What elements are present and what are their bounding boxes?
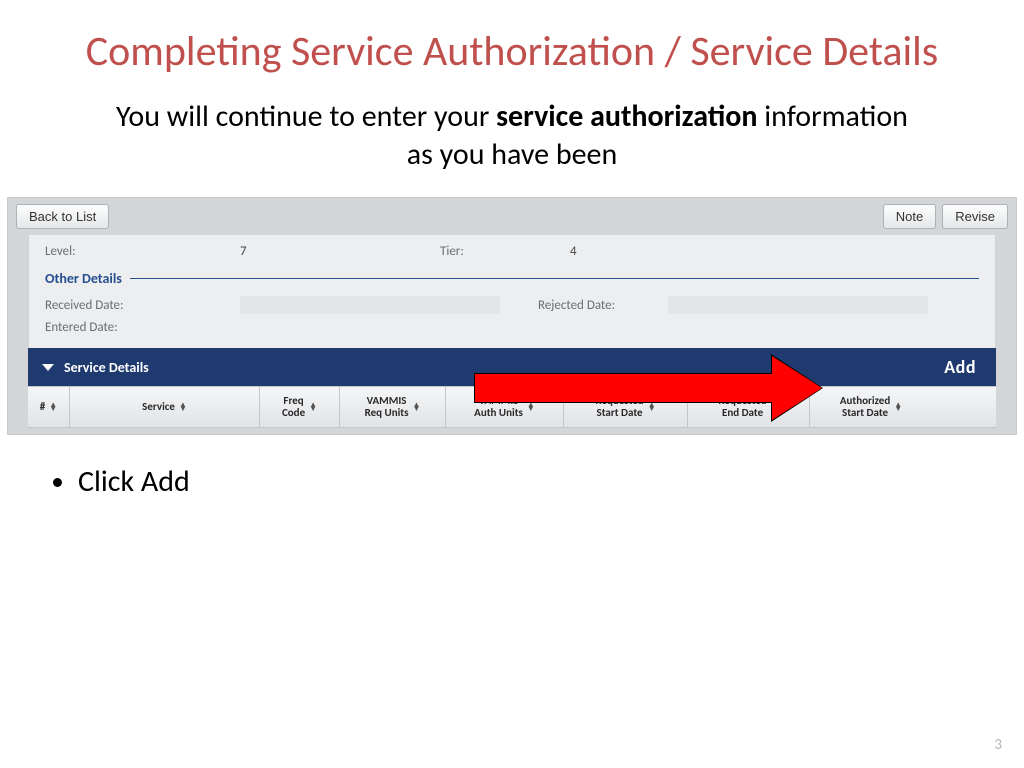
collapse-icon[interactable] (42, 364, 54, 371)
received-date-field[interactable] (240, 296, 500, 314)
note-button[interactable]: Note (883, 204, 936, 229)
slide-subtitle: You will continue to enter your service … (0, 86, 1024, 191)
back-to-list-button[interactable]: Back to List (16, 204, 109, 229)
subtitle-bold: service authorization (496, 98, 757, 135)
page-number: 3 (994, 736, 1002, 754)
tier-value: 4 (570, 244, 770, 259)
add-button[interactable]: Add (944, 356, 982, 378)
column-header[interactable]: VAMMIS Req Units▲▼ (340, 387, 446, 427)
app-screenshot: Back to List Note Revise Level: 7 Tier: … (7, 197, 1017, 435)
column-header[interactable]: #▲▼ (28, 387, 70, 427)
column-header[interactable]: Freq Code▲▼ (260, 387, 340, 427)
slide-title: Completing Service Authorization / Servi… (0, 0, 1024, 86)
received-date-label: Received Date: (45, 298, 240, 313)
instruction-list: Click Add (0, 435, 1024, 500)
entered-date-label: Entered Date: (45, 320, 240, 335)
sort-icon[interactable]: ▲▼ (309, 403, 317, 411)
callout-arrow (474, 351, 834, 421)
instruction-item: Click Add (78, 463, 1024, 500)
other-details-legend: Other Details (45, 270, 979, 287)
rejected-date-label: Rejected Date: (538, 298, 668, 313)
sort-icon[interactable]: ▲▼ (179, 403, 187, 411)
sort-icon[interactable]: ▲▼ (49, 403, 57, 411)
info-panel: Level: 7 Tier: 4 Other Details Received … (28, 235, 996, 348)
subtitle-pre: You will continue to enter your (116, 98, 496, 135)
level-label: Level: (45, 244, 240, 259)
sort-icon[interactable]: ▲▼ (894, 403, 902, 411)
toolbar: Back to List Note Revise (8, 198, 1016, 235)
tier-label: Tier: (440, 244, 570, 259)
other-details-legend-text: Other Details (45, 270, 130, 287)
revise-button[interactable]: Revise (942, 204, 1008, 229)
column-header[interactable]: Service▲▼ (70, 387, 260, 427)
service-details-title: Service Details (64, 359, 149, 376)
sort-icon[interactable]: ▲▼ (413, 403, 421, 411)
rejected-date-field[interactable] (668, 296, 928, 314)
level-value: 7 (240, 244, 440, 259)
